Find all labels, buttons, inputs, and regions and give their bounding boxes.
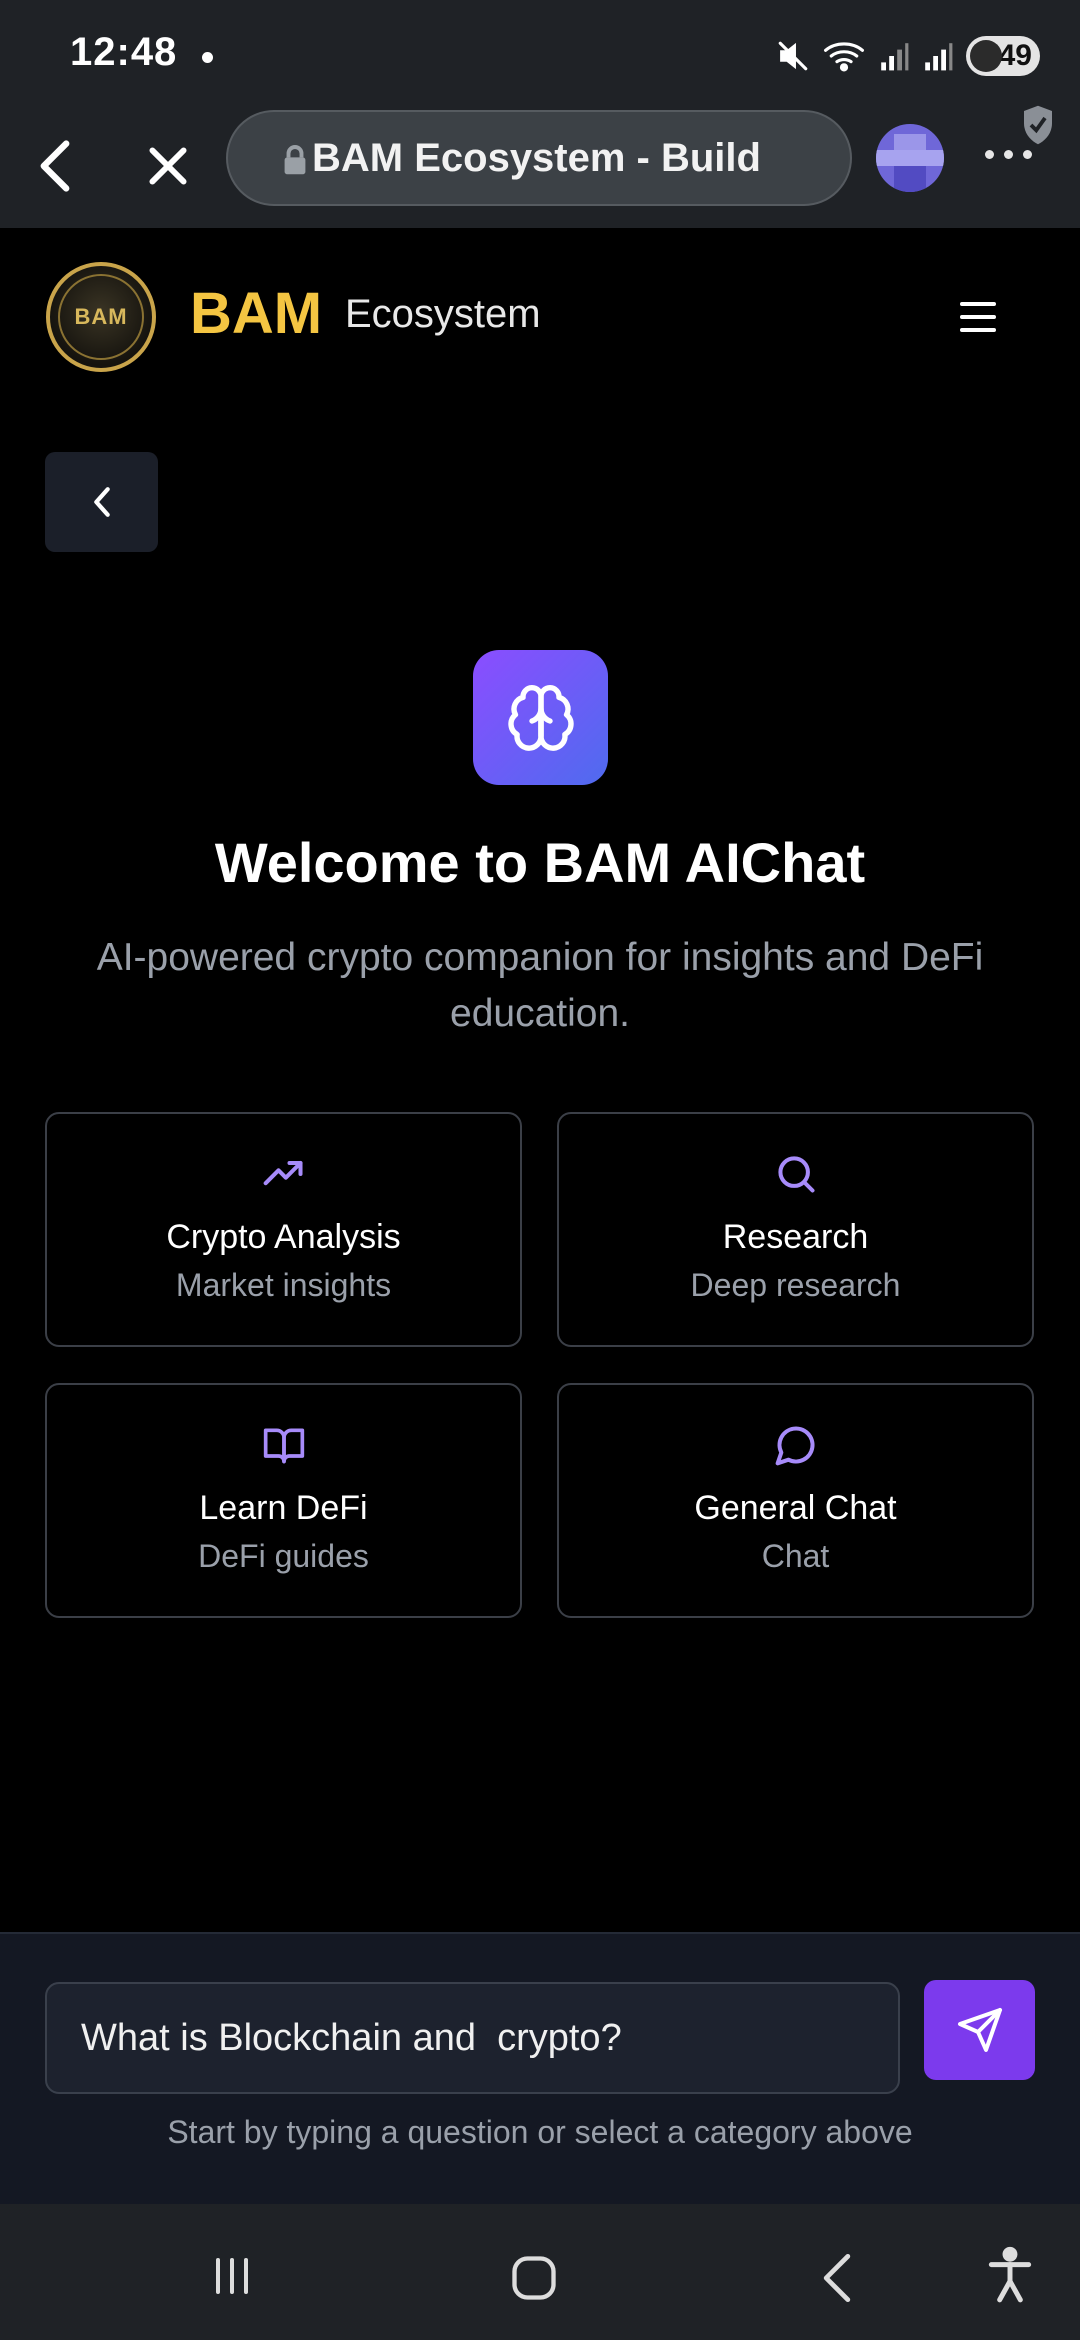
back-arrow-icon[interactable] (30, 134, 80, 198)
mute-icon (778, 41, 808, 71)
brand-subname[interactable]: Ecosystem (345, 292, 541, 337)
category-card-learn-defi[interactable]: Learn DeFi DeFi guides (45, 1383, 522, 1618)
brand-name[interactable]: BAM (190, 280, 322, 347)
category-title: General Chat (694, 1489, 897, 1527)
category-card-research[interactable]: Research Deep research (557, 1112, 1034, 1347)
trending-up-icon (263, 1160, 303, 1186)
recent-apps-icon[interactable] (208, 2252, 256, 2300)
category-subtitle: Deep research (690, 1267, 901, 1303)
send-button[interactable] (924, 1980, 1035, 2080)
system-nav-bar (0, 2204, 1080, 2340)
hamburger-menu-icon[interactable] (960, 302, 996, 341)
close-icon[interactable] (142, 136, 194, 196)
chat-composer: Start by typing a question or select a c… (0, 1932, 1080, 2206)
accessibility-icon[interactable] (984, 2246, 1036, 2304)
category-title: Crypto Analysis (166, 1218, 401, 1256)
back-button[interactable] (45, 452, 158, 552)
battery-saver-icon (970, 40, 1002, 72)
brain-icon (507, 684, 574, 751)
home-icon[interactable] (508, 2252, 560, 2304)
category-subtitle: DeFi guides (198, 1538, 369, 1574)
status-bar: 12:48 49 (0, 0, 1080, 110)
url-bar[interactable]: BAM Ecosystem - Build (226, 110, 852, 206)
shield-icon (1024, 105, 1052, 145)
status-time: 12:48 (70, 30, 178, 74)
signal-icon (925, 43, 953, 71)
message-circle-icon (775, 1426, 815, 1466)
category-card-general-chat[interactable]: General Chat Chat (557, 1383, 1034, 1618)
brain-logo-tile (473, 650, 608, 785)
signal-icon (881, 43, 909, 71)
welcome-title: Welcome to BAM AIChat (214, 831, 866, 894)
category-subtitle: Chat (761, 1538, 830, 1574)
more-options-icon[interactable] (985, 150, 1032, 159)
book-icon (263, 1428, 304, 1464)
bam-logo[interactable]: BAM (46, 262, 156, 372)
logo-text: BAM (74, 304, 128, 329)
chevron-left-icon (93, 487, 110, 517)
lock-icon (284, 145, 306, 175)
status-icons: 49 (776, 34, 1040, 78)
battery-level: 49 (998, 39, 1032, 72)
category-title: Research (722, 1218, 869, 1256)
profile-avatar[interactable] (876, 124, 944, 192)
wifi-icon (824, 42, 864, 72)
composer-hint: Start by typing a question or select a c… (167, 2114, 913, 2150)
category-title: Learn DeFi (199, 1489, 368, 1527)
battery-icon: 49 (966, 36, 1040, 76)
send-icon (957, 2008, 1002, 2052)
chat-input[interactable] (45, 1982, 900, 2094)
browser-toolbar: BAM Ecosystem - Build (0, 105, 1080, 228)
notification-dot (202, 52, 213, 63)
nav-back-icon[interactable] (814, 2252, 860, 2304)
page-title: BAM Ecosystem - Build (312, 135, 761, 180)
welcome-subtitle: AI-powered crypto companion for insights… (96, 936, 984, 1035)
category-card-crypto-analysis[interactable]: Crypto Analysis Market insights (45, 1112, 522, 1347)
search-icon (777, 1156, 815, 1193)
category-subtitle: Market insights (175, 1267, 392, 1303)
